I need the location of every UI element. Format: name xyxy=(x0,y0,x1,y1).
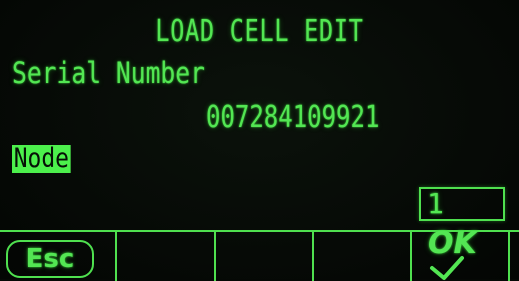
esc-button[interactable]: Esc xyxy=(6,240,94,278)
node-input-field[interactable]: 1 xyxy=(419,187,505,221)
ok-button-label[interactable]: OK xyxy=(428,226,477,261)
softkey-4[interactable] xyxy=(314,232,412,281)
softkey-esc[interactable]: Esc xyxy=(0,232,117,281)
serial-number-value: 007284109921 xyxy=(206,100,380,135)
softkey-3[interactable] xyxy=(216,232,314,281)
softkey-2[interactable] xyxy=(117,232,216,281)
terminal-display: LOAD CELL EDIT Serial Number 00728410992… xyxy=(0,0,519,281)
node-label-selected[interactable]: Node xyxy=(12,145,71,173)
serial-number-label: Serial Number xyxy=(12,56,205,90)
page-title: LOAD CELL EDIT xyxy=(155,14,364,49)
